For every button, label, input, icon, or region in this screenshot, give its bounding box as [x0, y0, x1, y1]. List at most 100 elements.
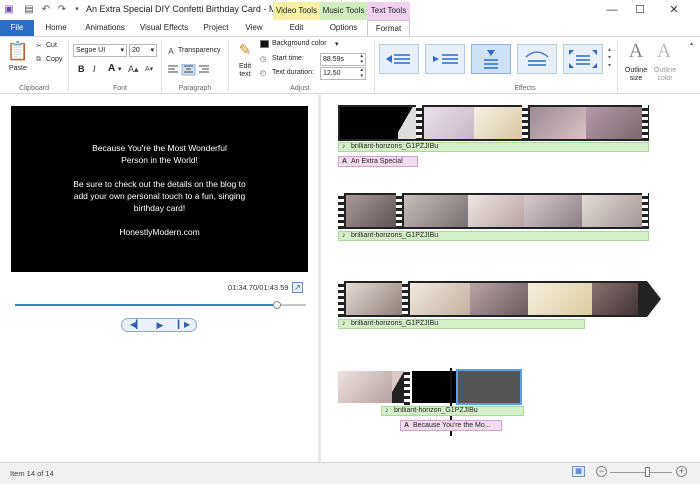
audio-track-bar[interactable]: ♪ brilliant-horizons_G1PZJIBu [338, 231, 649, 241]
clip-transition [392, 371, 404, 403]
clip-strip[interactable] [338, 193, 649, 229]
play-icon[interactable]: ▶ [150, 320, 170, 330]
film-holes [338, 193, 344, 229]
film-holes [402, 281, 408, 317]
group-separator [374, 40, 375, 92]
clip-thumbnail [586, 107, 642, 139]
clip-thumbnail [410, 283, 470, 315]
music-note-icon: ♪ [342, 143, 346, 150]
font-color-button[interactable]: A [108, 63, 115, 74]
group-separator [68, 40, 69, 92]
background-color-button[interactable]: Background color [272, 40, 326, 47]
tab-file[interactable]: File [0, 20, 34, 36]
effect-fly-in-right[interactable] [425, 44, 465, 74]
clip-thumbnail [474, 107, 522, 139]
copy-icon[interactable]: ⧉ [36, 56, 41, 64]
preview-text-line: HonestlyModern.com [119, 227, 200, 237]
outline-color-button[interactable]: Outline color [650, 67, 680, 83]
status-bar: Item 14 of 14 ▦ − + [0, 462, 700, 484]
save-icon[interactable]: ▤ [22, 3, 36, 17]
zoom-out-icon[interactable]: − [596, 466, 607, 477]
cut-button[interactable]: Cut [46, 42, 57, 49]
window-title: An Extra Special DIY Confetti Birthday C… [86, 4, 303, 14]
font-family-select[interactable]: Segoe UI ▾ [73, 44, 127, 57]
collapse-ribbon-icon[interactable]: ▴ [690, 40, 693, 47]
undo-icon[interactable]: ↶ [39, 3, 53, 17]
preview-text-line: add your own personal touch to a fun, si… [73, 191, 246, 201]
outline-color-icon[interactable]: A [653, 40, 675, 63]
effect-zoom-out[interactable] [563, 44, 603, 74]
edit-text-icon[interactable]: ✎ [235, 41, 255, 61]
cut-icon[interactable]: ✂ [36, 42, 42, 50]
minimize-icon[interactable]: — [600, 2, 624, 18]
video-preview[interactable]: Because You're the Most Wonderful Person… [11, 106, 308, 272]
outline-size-icon[interactable]: A [625, 40, 647, 63]
text-duration-input[interactable]: 12.50 ▴ ▾ [320, 67, 366, 80]
zoom-in-icon[interactable]: + [676, 466, 687, 477]
copy-button[interactable]: Copy [46, 56, 62, 63]
zoom-slider-thumb[interactable] [645, 467, 651, 477]
effect-fly-in-left[interactable] [379, 44, 419, 74]
audio-track-bar[interactable]: ♪ brilliant-horizons_G1PZJIBu [338, 142, 649, 152]
clip-thumbnail [582, 195, 642, 227]
text-duration-label: Text duration: [272, 69, 315, 76]
next-frame-icon[interactable]: ▎▶ [174, 320, 194, 330]
tab-edit[interactable]: Edit [273, 20, 320, 36]
chevron-down-icon: ▾ [120, 47, 124, 54]
tab-project[interactable]: Project [196, 20, 236, 36]
caption-label: Because You're the Mo... [413, 422, 491, 429]
start-time-input[interactable]: 88.59s ▴ ▾ [320, 53, 366, 66]
effects-scroll-icon[interactable]: ▴ ▾ ▾ [608, 46, 611, 70]
italic-button[interactable]: I [93, 64, 96, 74]
storyboard-view-icon[interactable]: ▦ [572, 466, 585, 477]
chevron-down-icon[interactable]: ▾ [118, 65, 122, 73]
clip-thumbnail [470, 283, 528, 315]
effect-swing-up[interactable] [517, 44, 557, 74]
tab-format[interactable]: Format [367, 20, 410, 36]
spinner-icon[interactable]: ▴ ▾ [360, 67, 363, 79]
tab-visual-effects[interactable]: Visual Effects [135, 20, 193, 36]
grow-font-icon[interactable]: A▴ [128, 64, 139, 75]
zoom-slider[interactable] [610, 467, 672, 477]
clip-transition [398, 107, 416, 139]
chevron-down-icon[interactable]: ▾ [335, 40, 339, 48]
close-icon[interactable]: ✕ [662, 2, 686, 18]
outline-size-button[interactable]: Outline size [621, 67, 651, 83]
tab-options[interactable]: Options [320, 20, 367, 36]
tab-animations[interactable]: Animations [78, 20, 132, 36]
caption-bar[interactable]: A Because You're the Mo... [400, 420, 502, 431]
previous-frame-icon[interactable]: ◀▎ [126, 320, 146, 330]
clip-thumbnail [404, 195, 468, 227]
clip-strip[interactable] [338, 105, 649, 141]
paste-button[interactable]: Paste [9, 65, 27, 72]
edit-text-button[interactable]: Edit text [237, 63, 253, 79]
shrink-font-icon[interactable]: A▾ [145, 65, 153, 73]
tab-home[interactable]: Home [38, 20, 74, 36]
paste-icon[interactable]: 📋 [6, 41, 30, 63]
audio-track-bar[interactable]: ♪ brilliant-horizon_G1PZJIBu [381, 406, 524, 416]
maximize-icon[interactable]: ☐ [628, 2, 652, 18]
contextual-tab-text-tools: Text Tools [367, 2, 410, 20]
bold-button[interactable]: B [78, 64, 85, 74]
clip-strip[interactable] [338, 369, 524, 405]
group-label-font: Font [112, 85, 127, 92]
transparency-icon[interactable]: Ａ [167, 46, 175, 57]
transparency-button[interactable]: Transparency [178, 47, 221, 54]
effect-drop-down[interactable] [471, 44, 511, 74]
tab-view[interactable]: View [238, 20, 270, 36]
fullscreen-icon[interactable]: ↗ [292, 282, 303, 293]
font-size-select[interactable]: 20 ▾ [129, 44, 157, 57]
caption-bar[interactable]: A An Extra Special [338, 156, 418, 167]
clip-strip[interactable] [338, 281, 647, 317]
spinner-icon[interactable]: ▴ ▾ [360, 53, 363, 65]
playback-controls: ◀▎ ▶ ▎▶ [121, 318, 197, 332]
film-holes [404, 369, 410, 405]
qat-dropdown-icon[interactable]: ▾ [70, 3, 84, 17]
audio-track-bar[interactable]: ♪ brilliant-horizons_G1PZJIBu [338, 319, 585, 329]
audio-track-label: brilliant-horizons_G1PZJIBu [351, 143, 439, 150]
redo-icon[interactable]: ↷ [55, 3, 69, 17]
seek-bar[interactable] [15, 301, 306, 309]
align-buttons[interactable] [166, 64, 212, 76]
seek-thumb[interactable] [272, 301, 281, 309]
audio-track-label: brilliant-horizon_G1PZJIBu [394, 407, 478, 414]
